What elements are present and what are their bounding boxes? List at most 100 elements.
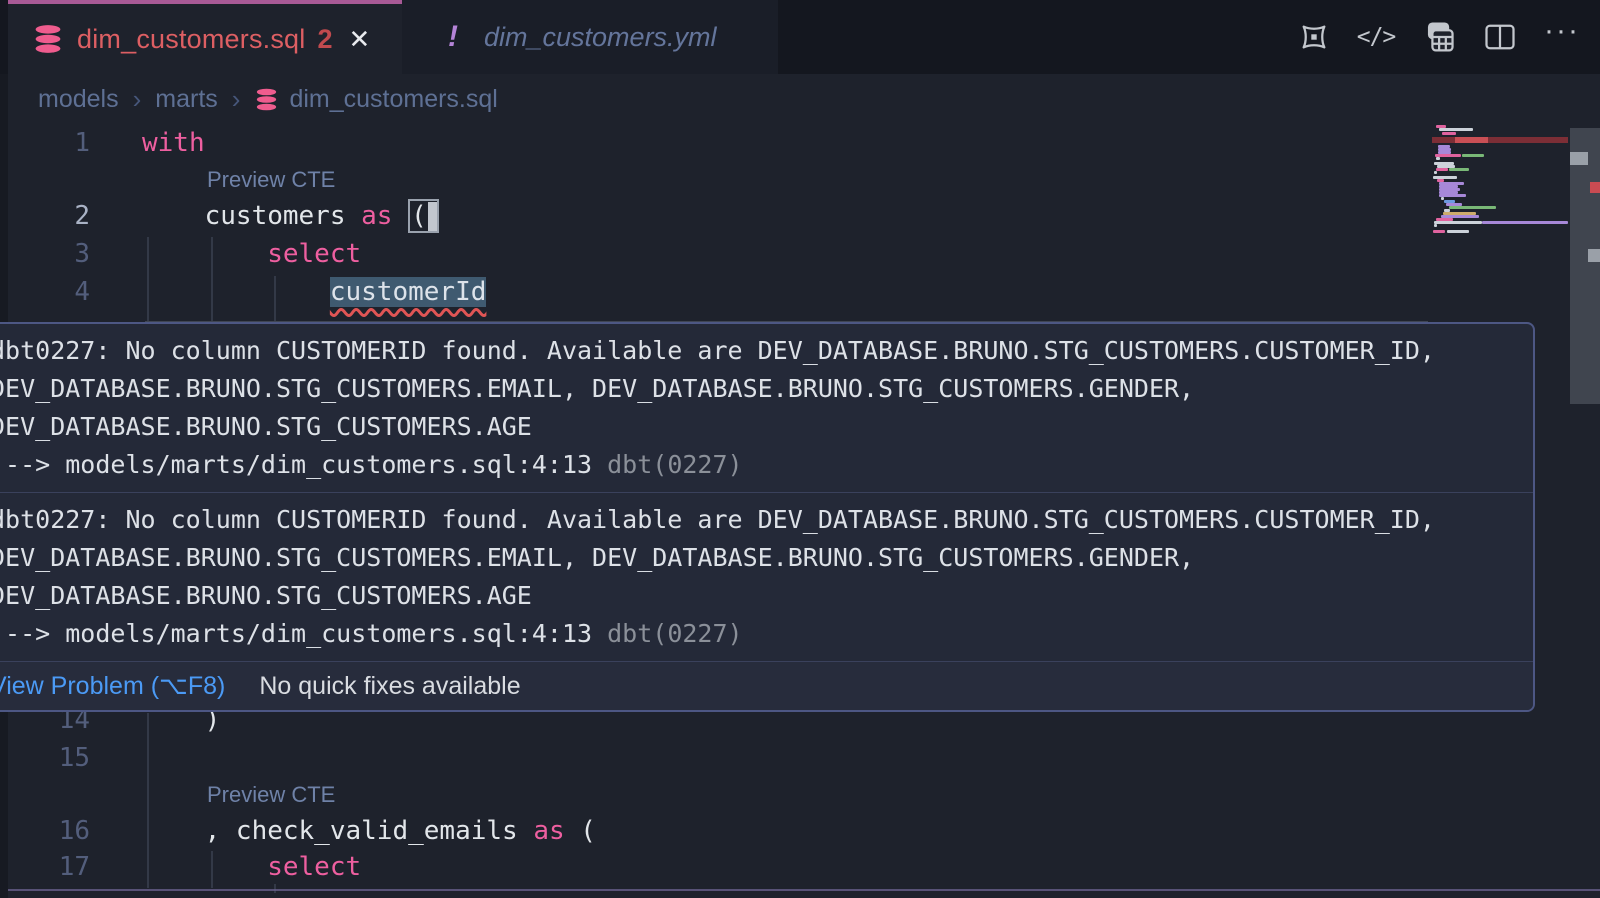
problem-count-badge: 2 bbox=[317, 24, 332, 55]
dbt-logo-icon[interactable] bbox=[1294, 17, 1334, 57]
codelens-row: Preview CTE bbox=[142, 162, 335, 198]
diagnostic-block: dbt0227: No column CUSTOMERID found. Ava… bbox=[0, 324, 1533, 492]
minimap-line bbox=[1449, 206, 1496, 209]
tab-title: dim_customers.yml bbox=[484, 22, 717, 53]
code-line[interactable]: 1 with bbox=[0, 124, 1430, 162]
minimap-line bbox=[1434, 171, 1437, 174]
line-number: 3 bbox=[0, 239, 90, 269]
indent-guide bbox=[211, 237, 213, 321]
overview-ruler-selection-mark bbox=[1570, 152, 1588, 165]
codelens-preview-cte[interactable]: Preview CTE bbox=[207, 782, 335, 808]
code-token: as bbox=[533, 816, 564, 846]
minimap-error-line bbox=[1432, 137, 1568, 143]
diagnostic-location-line: --> models/marts/dim_customers.sql:4:13 … bbox=[0, 446, 1533, 484]
minimap-line bbox=[1436, 157, 1440, 160]
codelens-row: Preview CTE bbox=[142, 777, 335, 813]
code-token bbox=[392, 201, 408, 231]
no-quick-fixes-label: No quick fixes available bbox=[259, 672, 520, 701]
code-token: customers bbox=[142, 201, 361, 231]
error-token: customerId bbox=[330, 277, 487, 307]
code-line[interactable]: 4 customerId bbox=[0, 273, 1430, 311]
diagnostic-message-line: dbt0227: No column CUSTOMERID found. Ava… bbox=[0, 332, 1533, 370]
minimap-line bbox=[1449, 168, 1469, 171]
code-line[interactable]: 3 select bbox=[0, 235, 1430, 273]
code-token: as bbox=[361, 201, 392, 231]
diagnostic-messages: dbt0227: No column CUSTOMERID found. Ava… bbox=[0, 324, 1533, 661]
breadcrumb-models[interactable]: models bbox=[38, 85, 119, 114]
minimap-line bbox=[1482, 221, 1568, 224]
duplicate-table-icon[interactable] bbox=[1418, 17, 1458, 57]
view-problem-link[interactable]: View Problem (⌥F8) bbox=[0, 671, 225, 701]
vertical-scrollbar[interactable] bbox=[1570, 110, 1600, 898]
code-line[interactable]: 2 customers as ( bbox=[0, 197, 1430, 235]
line-number: 15 bbox=[0, 743, 90, 773]
minimap-line bbox=[1442, 132, 1456, 135]
tab-dim-customers-sql[interactable]: dim_customers.sql 2 ✕ bbox=[8, 0, 402, 74]
scrollbar-thumb[interactable] bbox=[1570, 128, 1600, 404]
more-actions-icon[interactable]: ··· bbox=[1542, 17, 1582, 57]
code-token: with bbox=[142, 128, 205, 158]
diagnostic-source: dbt(0227) bbox=[592, 619, 743, 648]
code-text: customerId bbox=[142, 277, 486, 307]
diagnostics-hover-popup: dbt0227: No column CUSTOMERID found. Ava… bbox=[0, 322, 1535, 712]
database-icon bbox=[32, 24, 64, 54]
code-token: ( bbox=[565, 816, 596, 846]
diagnostic-source: dbt(0227) bbox=[592, 450, 743, 479]
chevron-right-icon: › bbox=[133, 84, 142, 115]
diagnostic-location: --> models/marts/dim_customers.sql:4:13 bbox=[0, 619, 592, 648]
diagnostic-location-line: --> models/marts/dim_customers.sql:4:13 … bbox=[0, 615, 1533, 653]
tab-title: dim_customers.sql bbox=[77, 24, 305, 55]
code-line[interactable]: 15 bbox=[0, 739, 1430, 777]
breadcrumb-file[interactable]: dim_customers.sql bbox=[289, 85, 497, 114]
code-line[interactable]: 16 , check_valid_emails as ( bbox=[0, 812, 1430, 850]
indent-guide bbox=[147, 237, 149, 321]
minimap-line bbox=[1436, 168, 1448, 171]
minimap-line bbox=[1447, 230, 1469, 233]
minimap-line bbox=[1439, 128, 1473, 131]
diagnostic-block: dbt0227: No column CUSTOMERID found. Ava… bbox=[0, 492, 1533, 661]
line-number: 17 bbox=[0, 852, 90, 882]
minimap-line bbox=[1434, 221, 1482, 224]
line-number: 1 bbox=[0, 128, 90, 158]
code-token: ( bbox=[411, 201, 427, 231]
line-number: 4 bbox=[0, 277, 90, 307]
chevron-right-icon: › bbox=[232, 84, 241, 115]
tab-dim-customers-yml[interactable]: ! dim_customers.yml bbox=[402, 0, 778, 74]
code-line[interactable]: 17 select bbox=[0, 848, 1430, 886]
code-token: , check_valid_emails bbox=[142, 816, 533, 846]
code-token: select bbox=[142, 239, 361, 269]
warning-icon: ! bbox=[448, 20, 458, 54]
split-editor-icon[interactable] bbox=[1480, 17, 1520, 57]
diagnostic-message-line: DEV_DATABASE.BRUNO.STG_CUSTOMERS.AGE bbox=[0, 577, 1533, 615]
code-text: select bbox=[142, 239, 361, 269]
diagnostic-message-line: dbt0227: No column CUSTOMERID found. Ava… bbox=[0, 501, 1533, 539]
code-token: select bbox=[142, 852, 361, 882]
line-number: 2 bbox=[0, 201, 90, 231]
code-text: with bbox=[142, 128, 205, 158]
line-number: 16 bbox=[0, 816, 90, 846]
code-text: customers as ( bbox=[142, 199, 439, 233]
open-code-icon[interactable]: </> bbox=[1356, 17, 1396, 57]
text-cursor: ( bbox=[408, 199, 439, 233]
database-icon bbox=[254, 88, 279, 111]
minimap-line bbox=[1462, 154, 1484, 157]
editor-actions: </> ··· bbox=[1294, 0, 1582, 74]
diagnostic-location: --> models/marts/dim_customers.sql:4:13 bbox=[0, 450, 592, 479]
overview-ruler-highlight-mark bbox=[1588, 249, 1600, 262]
indent-guide bbox=[274, 276, 276, 321]
diagnostic-message-line: DEV_DATABASE.BRUNO.STG_CUSTOMERS.EMAIL, … bbox=[0, 370, 1533, 408]
editor-window: dim_customers.sql 2 ✕ ! dim_customers.ym… bbox=[0, 0, 1600, 898]
cursor-block bbox=[428, 202, 437, 231]
code-text: select bbox=[142, 852, 361, 882]
minimap-error-highlight bbox=[1455, 137, 1488, 143]
hover-status-bar: View Problem (⌥F8) No quick fixes availa… bbox=[0, 661, 1533, 710]
tab-bar: dim_customers.sql 2 ✕ ! dim_customers.ym… bbox=[0, 0, 1600, 74]
close-tab-icon[interactable]: ✕ bbox=[349, 24, 371, 55]
diagnostic-message-line: DEV_DATABASE.BRUNO.STG_CUSTOMERS.AGE bbox=[0, 408, 1533, 446]
minimap-line bbox=[1433, 230, 1445, 233]
code-text: , check_valid_emails as ( bbox=[142, 816, 596, 846]
breadcrumb-marts[interactable]: marts bbox=[155, 85, 218, 114]
panel-divider bbox=[8, 889, 1600, 891]
codelens-preview-cte[interactable]: Preview CTE bbox=[207, 167, 335, 193]
code-token bbox=[142, 277, 330, 307]
